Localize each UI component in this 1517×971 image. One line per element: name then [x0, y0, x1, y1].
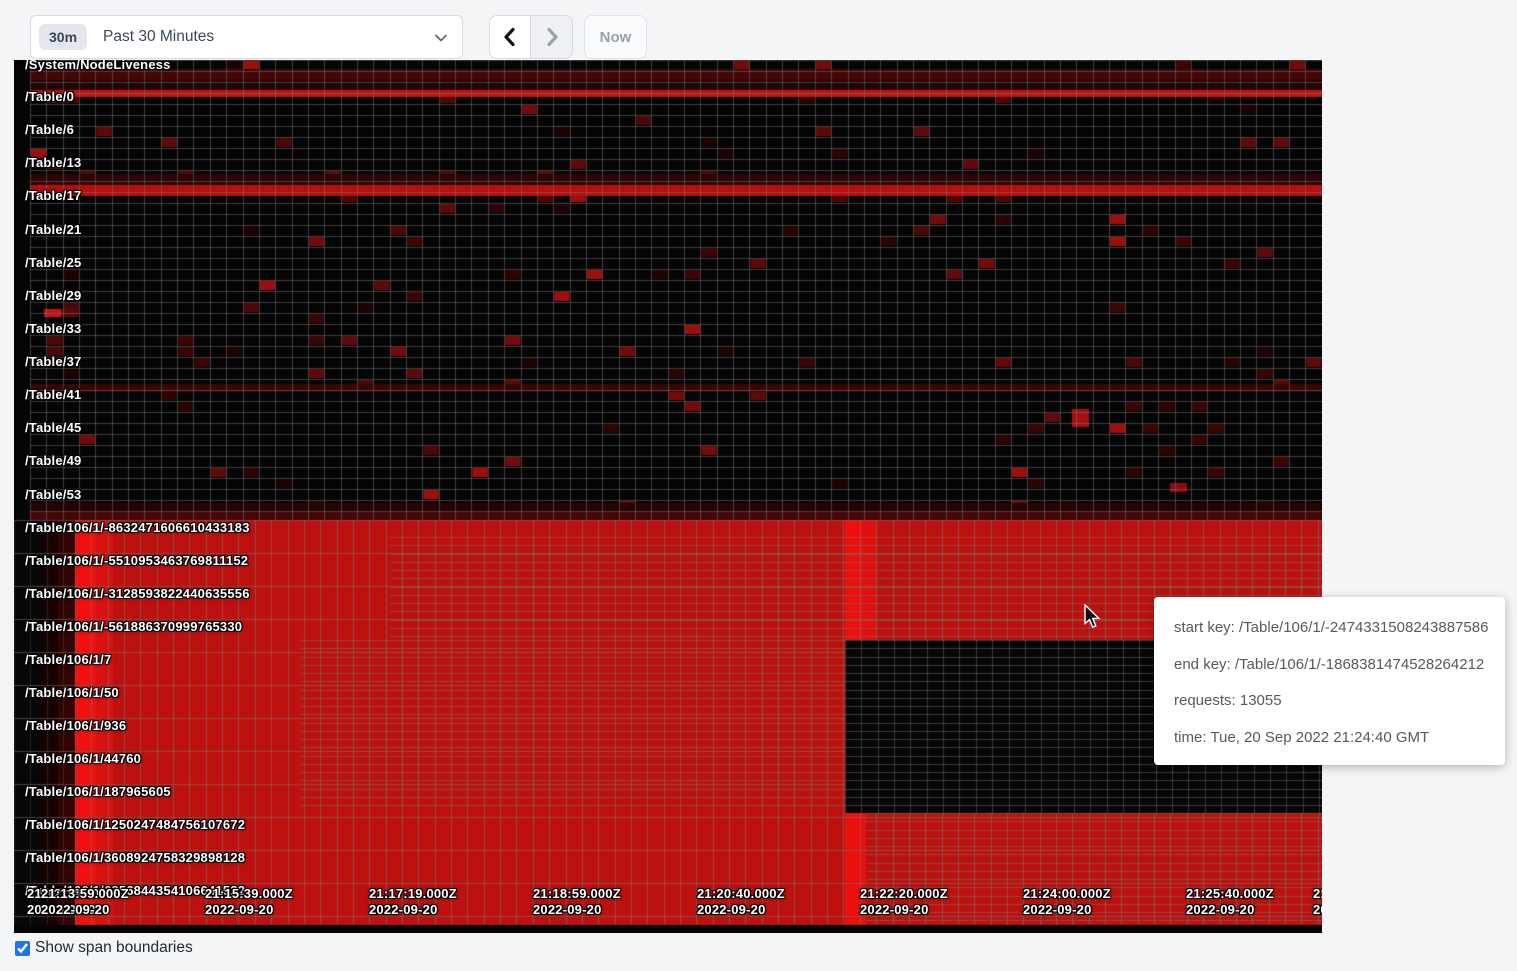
tooltip-requests: requests: 13055 — [1174, 683, 1485, 720]
heatmap-container: /System/NodeLiveness/Table/0/Table/6/Tab… — [14, 60, 1322, 933]
tooltip-end-key: end key: /Table/106/1/-18683814745282642… — [1174, 647, 1485, 684]
range-tooltip: start key: /Table/106/1/-247433150824388… — [1154, 597, 1505, 765]
time-range-badge: 30m — [39, 24, 87, 50]
time-range-select[interactable]: 30m Past 30 Minutes — [30, 15, 463, 59]
next-range-button[interactable] — [531, 15, 573, 59]
chevron-right-icon — [544, 27, 560, 47]
chevron-down-icon — [434, 31, 448, 45]
key-visualizer-heatmap[interactable] — [14, 60, 1322, 933]
now-button[interactable]: Now — [584, 15, 647, 59]
key-visualizer-page: 30m Past 30 Minutes Now /System/NodeLive… — [0, 0, 1517, 971]
tooltip-time: time: Tue, 20 Sep 2022 21:24:40 GMT — [1174, 720, 1485, 757]
time-range-label: Past 30 Minutes — [103, 28, 214, 46]
span-boundaries-label: Show span boundaries — [35, 939, 193, 957]
tooltip-start-key: start key: /Table/106/1/-247433150824388… — [1174, 610, 1485, 647]
span-boundaries-checkbox[interactable] — [15, 941, 30, 956]
time-nav-group — [489, 15, 573, 59]
footer-row: Show span boundaries — [15, 939, 193, 957]
previous-range-button[interactable] — [489, 15, 531, 59]
chevron-left-icon — [502, 27, 518, 47]
